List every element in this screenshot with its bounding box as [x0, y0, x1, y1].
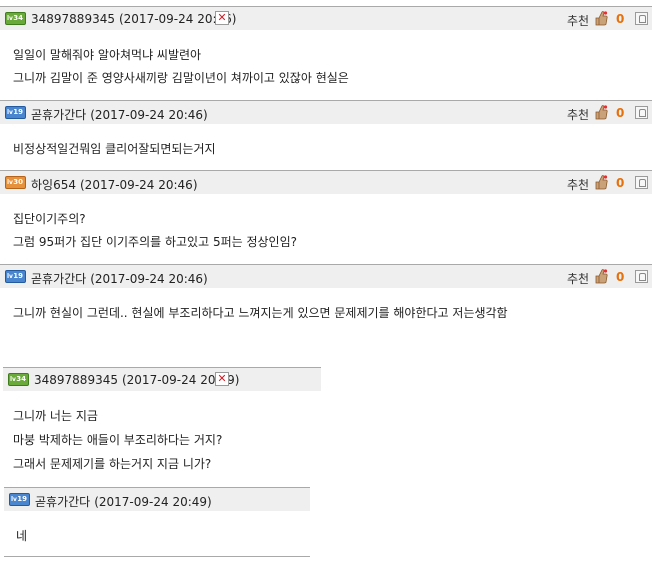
comment-line: 마붕 박제하는 애들이 부조리하다는 거지? — [13, 433, 223, 447]
comment-timestamp: (2017-09-24 20:46) — [80, 178, 198, 192]
comment-line: 그럼 95퍼가 집단 이기주의를 하고있고 5퍼는 정상인임? — [13, 235, 298, 249]
comment-header: lv 30 하잉654 (2017-09-24 20:46) 추천 0 — [0, 170, 652, 194]
comment-header: lv 19 곧휴가간다 (2017-09-24 20:46) 추천 0 — [0, 100, 652, 124]
divider — [4, 556, 310, 557]
comment-line: 일일이 말해줘야 알아쳐먹냐 씨발련아 — [13, 48, 202, 62]
thumbs-up-icon[interactable] — [594, 174, 608, 190]
report-icon[interactable] — [635, 12, 648, 25]
thumbs-up-icon[interactable] — [594, 268, 608, 284]
comment-line: 그니까 김말이 준 영양사새끼랑 김말이년이 쳐까이고 있잖아 현실은 — [13, 71, 349, 85]
level-badge-icon: lv 30 — [5, 176, 26, 189]
comment-header: lv 19 곧휴가간다 (2017-09-24 20:46) 추천 0 — [0, 264, 652, 288]
delete-icon[interactable]: ✕ — [215, 11, 229, 25]
comment-timestamp: (2017-09-24 20:46) — [90, 272, 208, 286]
comment-header: lv 34 34897889345 (2017-09-24 20:49) ✕ — [3, 367, 321, 391]
report-icon[interactable] — [635, 270, 648, 283]
comment-line: 그니까 현실이 그런데.. 현실에 부조리하다고 느껴지는게 있으면 문제제기를… — [13, 306, 508, 320]
thumbs-up-icon[interactable] — [594, 104, 608, 120]
comment-author[interactable]: 34897889345 (2017-09-24 20:49) — [34, 373, 239, 387]
comment-author[interactable]: 곧휴가간다 (2017-09-24 20:49) — [35, 493, 212, 510]
comment-line: 그래서 문제제기를 하는거지 지금 니가? — [13, 457, 212, 471]
report-icon[interactable] — [635, 176, 648, 189]
recommend-count: 0 — [616, 270, 625, 284]
level-badge-icon: lv 19 — [5, 270, 26, 283]
comment-header: lv 19 곧휴가간다 (2017-09-24 20:49) — [4, 487, 310, 511]
recommend-count: 0 — [616, 176, 625, 190]
recommend-label: 추천 — [567, 272, 590, 286]
level-badge-icon: lv 19 — [9, 493, 30, 506]
comment-line: 비정상적일건뭐임 클리어잘되면되는거지 — [13, 142, 216, 156]
recommend-label: 추천 — [567, 178, 590, 192]
delete-icon[interactable]: ✕ — [215, 372, 229, 386]
recommend-count: 0 — [616, 106, 625, 120]
level-badge-icon: lv 19 — [5, 106, 26, 119]
level-badge-icon: lv 34 — [8, 373, 29, 386]
comment-timestamp: (2017-09-24 20:49) — [94, 495, 212, 509]
comment-line: 네 — [16, 529, 28, 543]
comment-header: lv 34 34897889345 (2017-09-24 20:46) ✕ 추천 … — [0, 6, 652, 30]
recommend-label: 추천 — [567, 108, 590, 122]
comment-timestamp: (2017-09-24 20:46) — [90, 108, 208, 122]
thumbs-up-icon[interactable] — [594, 10, 608, 26]
comment-line: 집단이기주의? — [13, 212, 86, 226]
comment-author[interactable]: 34897889345 (2017-09-24 20:46) — [31, 12, 236, 26]
comment-line: 그니까 너는 지금 — [13, 409, 98, 423]
report-icon[interactable] — [635, 106, 648, 119]
level-badge-icon: lv 34 — [5, 12, 26, 25]
recommend-count: 0 — [616, 12, 625, 26]
comment-author[interactable]: 곧휴가간다 (2017-09-24 20:46) — [31, 106, 208, 123]
comment-author[interactable]: 하잉654 (2017-09-24 20:46) — [31, 176, 198, 193]
recommend-label: 추천 — [567, 14, 590, 28]
comment-author[interactable]: 곧휴가간다 (2017-09-24 20:46) — [31, 270, 208, 287]
